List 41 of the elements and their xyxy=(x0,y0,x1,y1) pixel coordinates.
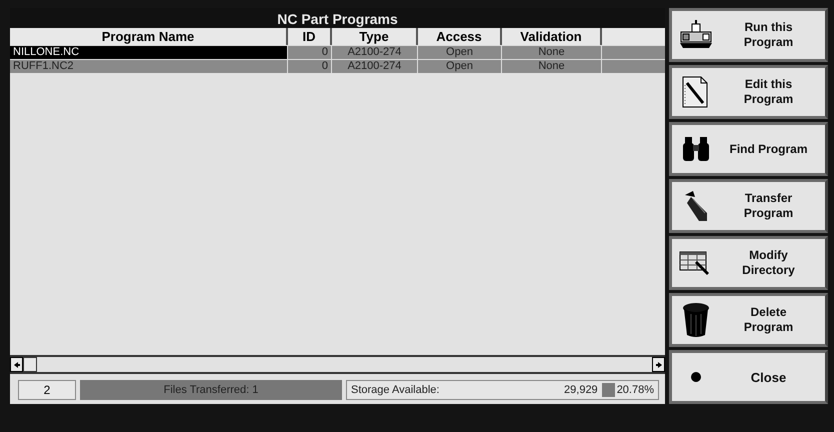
table-cell[interactable]: A2100-274 xyxy=(332,59,418,73)
right-arrow-icon xyxy=(654,360,662,368)
action-button[interactable]: Delete Program xyxy=(669,293,828,347)
scroll-right-button[interactable] xyxy=(652,357,665,372)
table-cell[interactable]: None xyxy=(502,59,602,73)
column-header[interactable]: Validation xyxy=(502,28,602,45)
scroll-thumb[interactable] xyxy=(23,357,37,372)
table-cell[interactable]: 0 xyxy=(288,45,332,59)
action-button[interactable]: Close xyxy=(669,350,828,404)
trash-can-icon xyxy=(681,302,711,338)
storage-value: 29,929 xyxy=(564,384,598,396)
column-header[interactable]: ID xyxy=(288,28,332,45)
window-title: NC Part Programs xyxy=(10,8,665,30)
table-cell[interactable]: 0 xyxy=(288,59,332,73)
column-header[interactable]: Program Name xyxy=(10,28,288,45)
table-cell[interactable]: None xyxy=(502,45,602,59)
column-header[interactable]: Access xyxy=(418,28,502,45)
table-cell[interactable]: A2100-274 xyxy=(332,45,418,59)
table-cell[interactable]: NILLONE.NC xyxy=(10,45,288,59)
table-cell[interactable]: Open xyxy=(418,45,502,59)
table-cell[interactable]: Open xyxy=(418,59,502,73)
action-button[interactable]: Find Program xyxy=(669,122,828,176)
transfer-status: Files Transferred: 1 xyxy=(80,380,342,400)
dot-icon xyxy=(690,371,702,383)
table-cell[interactable] xyxy=(602,45,665,59)
column-header[interactable]: Type xyxy=(332,28,418,45)
binoculars-icon xyxy=(681,135,711,163)
scroll-left-button[interactable] xyxy=(10,357,23,372)
storage-meter-fill xyxy=(602,383,615,397)
action-button[interactable]: Run this Program xyxy=(669,8,828,62)
table-cell[interactable] xyxy=(602,59,665,73)
storage-percent: 20.78% xyxy=(616,384,654,396)
action-button[interactable]: Modify Directory xyxy=(669,236,828,290)
action-button[interactable]: Transfer Program xyxy=(669,179,828,233)
action-button[interactable]: Edit this Program xyxy=(669,65,828,119)
left-arrow-icon xyxy=(12,360,20,368)
machine-icon xyxy=(679,20,713,50)
horizontal-scrollbar[interactable] xyxy=(10,355,665,374)
table-cell[interactable]: RUFF1.NC2 xyxy=(10,59,288,73)
storage-label: Storage Available: xyxy=(351,384,440,396)
file-count: 2 xyxy=(18,380,76,400)
